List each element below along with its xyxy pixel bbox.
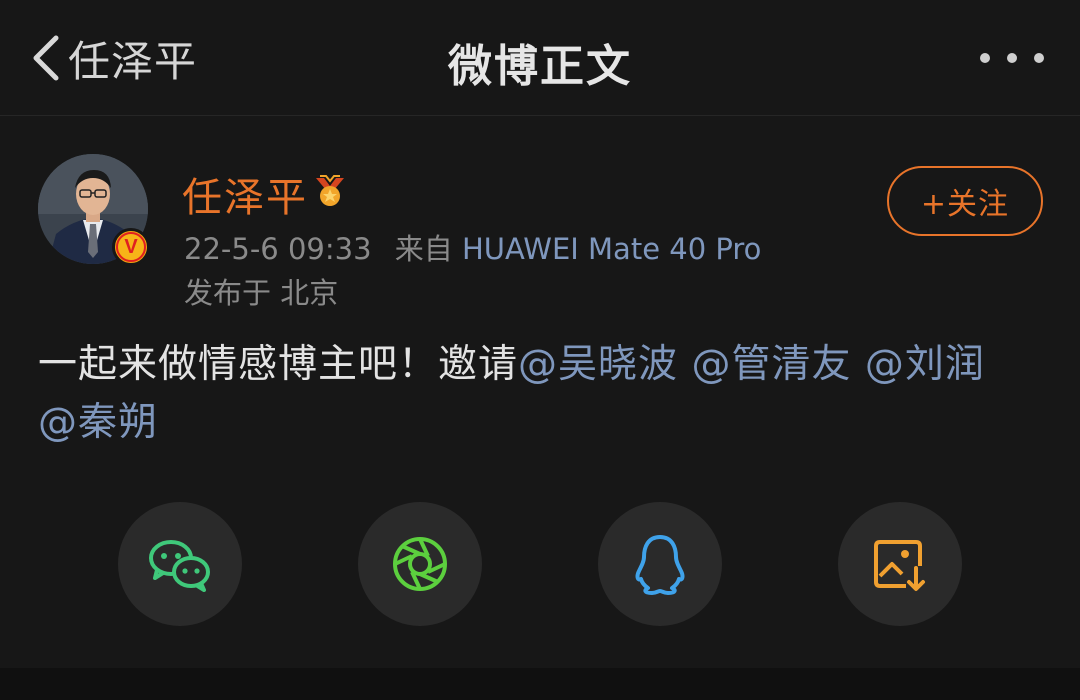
more-dots-icon[interactable] xyxy=(980,48,1044,68)
qq-icon xyxy=(635,535,685,595)
mention-link[interactable]: @秦朔 xyxy=(38,400,158,445)
source-prefix: 来自 xyxy=(394,232,453,266)
top-bar: 任泽平 微博正文 xyxy=(0,0,1080,116)
timestamp: 22-5-6 09:33 xyxy=(184,232,372,266)
follow-button[interactable]: +关注 xyxy=(887,166,1043,236)
author-name[interactable]: 任泽平 xyxy=(182,165,308,223)
wechat-icon xyxy=(149,540,210,592)
share-moments-button[interactable] xyxy=(358,502,482,626)
verified-badge: V xyxy=(112,228,150,266)
location-text: 发布于 北京 xyxy=(184,276,339,310)
bottom-divider xyxy=(0,668,1080,700)
share-wechat-button[interactable] xyxy=(118,502,242,626)
share-row xyxy=(0,502,1080,626)
post-body: 一起来做情感博主吧！邀请@吴晓波 @管清友 @刘润 @秦朔 xyxy=(38,336,1048,452)
moments-icon xyxy=(393,537,447,591)
save-image-button[interactable] xyxy=(838,502,962,626)
page-title: 微博正文 xyxy=(448,41,632,92)
device-source[interactable]: HUAWEI Mate 40 Pro xyxy=(462,232,761,266)
share-qq-button[interactable] xyxy=(598,502,722,626)
save-image-icon xyxy=(874,540,925,591)
mention-link[interactable]: @吴晓波 xyxy=(518,342,678,387)
verified-v-label: V xyxy=(116,232,146,262)
mention-link[interactable]: @管清友 xyxy=(691,342,851,387)
post-meta: 22-5-6 09:33 来自 HUAWEI Mate 40 Pro xyxy=(184,226,761,268)
mention-link[interactable]: @刘润 xyxy=(865,342,985,387)
post-text: 一起来做情感博主吧！邀请 xyxy=(38,342,519,387)
medal-icon xyxy=(316,175,344,206)
